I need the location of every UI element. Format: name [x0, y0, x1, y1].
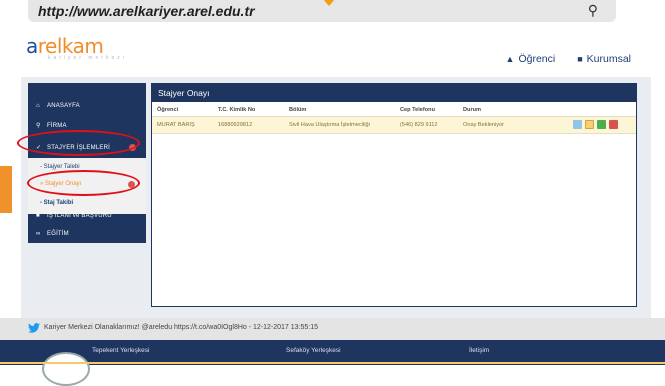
search-icon[interactable]: ⚲ [588, 2, 598, 19]
student-label: Öğrenci [518, 53, 556, 65]
pointer-caret [323, 0, 335, 6]
cell-department: Sivil Hava Ulaştırma İşletmeciliği [289, 122, 370, 128]
corporate-label: Kurumsal [586, 53, 631, 65]
cell-phone: (546) 829 9112 [400, 122, 438, 128]
sidebar-item-firma[interactable]: ⚲ FİRMA [36, 122, 67, 129]
address-bar[interactable]: http://www.arelkariyer.arel.edu.tr ⚲ [28, 0, 616, 22]
briefcase-icon: ■ [577, 54, 583, 64]
column-header: T.C. Kimlik No [218, 107, 256, 113]
corporate-link[interactable]: ■ Kurumsal [577, 53, 631, 65]
table-row[interactable]: MURAT BARIŞ 16880929812 Sivil Hava Ulaşt… [152, 116, 636, 134]
table-header: Öğrenci T.C. Kimlik No Bölüm Cep Telefon… [152, 104, 636, 116]
column-header: Cep Telefonu [400, 107, 436, 113]
cell-status: Onay Bekleniyor [463, 122, 505, 128]
graduation-cap-icon: ▲ [505, 54, 515, 64]
main-panel: Stajyer Onayı Öğrenci T.C. Kimlik No Böl… [151, 83, 637, 307]
column-header: Durum [463, 107, 482, 113]
view-icon[interactable] [573, 120, 582, 129]
footer-column-title: Sefaköy Yerleşkesi [286, 347, 341, 354]
document-icon[interactable] [585, 120, 594, 129]
row-actions [573, 120, 618, 129]
sidebar-item-label: İŞ İLANI ve BAŞVURU [47, 213, 112, 219]
logo-letter: a [26, 34, 38, 58]
pin-icon: ⚲ [36, 123, 41, 129]
panel-title: Stajyer Onayı [152, 84, 636, 102]
highlight-oval [17, 130, 140, 156]
sidebar-item-label: EĞİTİM [47, 231, 69, 237]
sidebar-item-anasayfa[interactable]: ⌂ ANASAYFA [36, 103, 80, 109]
briefcase-icon: ■ [36, 213, 40, 219]
sidebar-item-label: FİRMA [47, 123, 67, 129]
tweet-text[interactable]: Kariyer Merkezi Olanaklarımız! @areledu … [44, 324, 318, 331]
sidebar-item-egitim[interactable]: ∞ EĞİTİM [36, 231, 69, 237]
top-nav: ▲ Öğrenci ■ Kurumsal [506, 53, 631, 65]
link-icon: ∞ [36, 231, 41, 237]
side-tab [0, 166, 12, 213]
reject-icon[interactable] [609, 120, 618, 129]
home-icon: ⌂ [36, 103, 40, 109]
column-header: Bölüm [289, 107, 307, 113]
student-link[interactable]: ▲ Öğrenci [506, 53, 556, 65]
logo-subtitle: kariyer merkezi [48, 55, 127, 61]
column-header: Öğrenci [157, 107, 179, 113]
approve-icon[interactable] [597, 120, 606, 129]
url-text: http://www.arelkariyer.arel.edu.tr [38, 3, 255, 19]
cell-tc: 16880929812 [218, 122, 253, 128]
footer-column-title: Tepekent Yerleşkesi [92, 347, 150, 354]
footer-column-title: İletişim [469, 347, 490, 354]
submenu-staj-takibi[interactable]: - Staj Takibi [40, 200, 73, 206]
sidebar-item-label: ANASAYFA [47, 103, 80, 109]
sidebar-lower: ■ İŞ İLANI ve BAŞVURU ∞ EĞİTİM [28, 213, 146, 243]
university-seal [42, 352, 90, 386]
cell-student: MURAT BARIŞ [157, 122, 195, 128]
highlight-oval [27, 170, 140, 196]
data-table: Öğrenci T.C. Kimlik No Bölüm Cep Telefon… [152, 104, 636, 134]
sidebar-item-is-ilani[interactable]: ■ İŞ İLANI ve BAŞVURU [36, 213, 112, 219]
logo[interactable]: arelkam kariyer merkezi [26, 34, 127, 61]
twitter-bar: Kariyer Merkezi Olanaklarımız! @areledu … [0, 318, 665, 340]
twitter-icon[interactable] [28, 323, 40, 333]
submenu-stajyer-talebi[interactable]: - Stajyer Talebi [40, 164, 80, 170]
accent-line [0, 362, 665, 364]
